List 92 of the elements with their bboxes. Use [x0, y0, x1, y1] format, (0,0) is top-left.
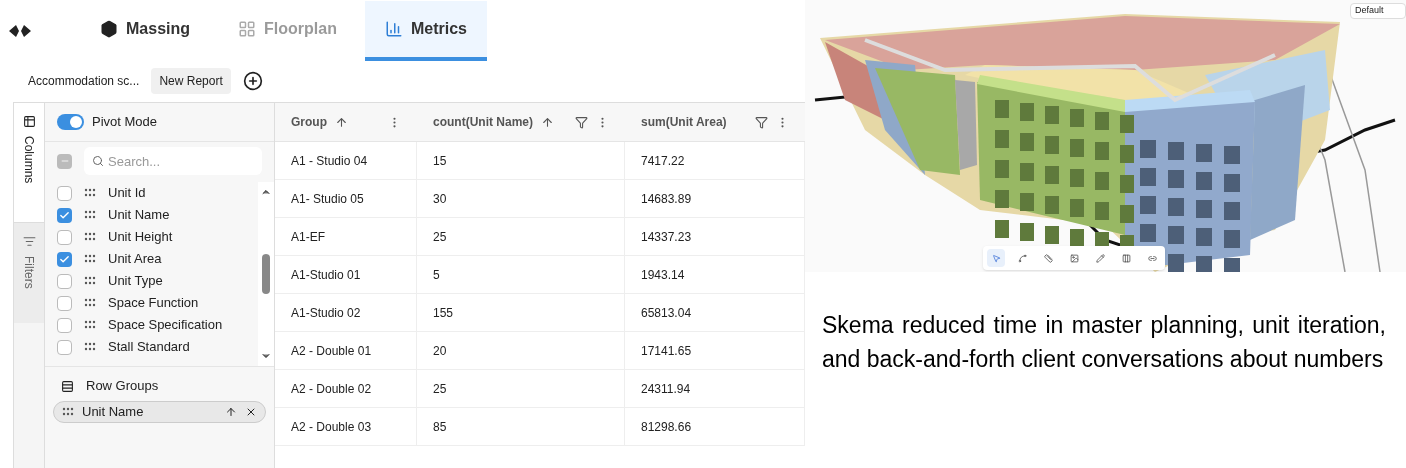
column-label: Unit Height	[108, 228, 173, 247]
drag-handle-icon[interactable]	[84, 232, 96, 242]
pivot-label: Pivot Mode	[92, 113, 158, 132]
table-cell: 25	[417, 218, 625, 255]
tool-button[interactable]	[987, 249, 1005, 267]
filter-icon[interactable]	[755, 115, 768, 129]
search-icon	[92, 155, 104, 167]
remove-icon[interactable]	[245, 406, 257, 418]
select-all-checkbox[interactable]	[57, 153, 72, 169]
pencil-icon	[1095, 253, 1105, 263]
table-cell: 85	[417, 408, 625, 445]
column-header[interactable]: sum(Unit Area)	[625, 103, 805, 141]
table-cell: A1-EF	[275, 218, 417, 255]
sort-icon[interactable]	[541, 115, 554, 129]
column-checkbox[interactable]	[57, 295, 72, 311]
drag-handle-icon[interactable]	[84, 188, 96, 198]
column-checkbox[interactable]	[57, 229, 72, 245]
column-label: Unit Id	[108, 184, 146, 203]
sort-up-icon[interactable]	[225, 406, 237, 418]
header-label: sum(Unit Area)	[641, 114, 727, 131]
table-cell: A1 - Studio 04	[275, 142, 417, 179]
scrollbar[interactable]	[258, 182, 274, 366]
grid-icon	[238, 20, 256, 38]
drag-handle-icon[interactable]	[84, 320, 96, 330]
column-checkbox[interactable]	[57, 207, 72, 223]
table-cell: A1- Studio 05	[275, 180, 417, 217]
ruler-icon	[1043, 253, 1053, 263]
side-tab[interactable]: Filters	[14, 223, 44, 323]
caption: Skema reduced time in master planning, unit iteration, and back-and-forth client conversations about numbers	[822, 311, 1386, 374]
column-checkbox[interactable]	[57, 339, 72, 355]
drag-handle-icon[interactable]	[84, 342, 96, 352]
add-icon[interactable]	[242, 71, 263, 91]
drag-handle-icon[interactable]	[84, 276, 96, 286]
filter-icon[interactable]	[575, 115, 588, 129]
table-cell: 20	[417, 332, 625, 369]
drag-handle-icon[interactable]	[84, 298, 96, 308]
table-cell: 15	[417, 142, 625, 179]
report-tab[interactable]: Accommodation sc...	[20, 68, 148, 94]
columns-icon	[1121, 253, 1131, 263]
column-label: Unit Name	[108, 206, 170, 225]
table-cell: 24311.94	[625, 370, 805, 407]
column-label: Unit Area	[108, 250, 162, 269]
tab[interactable]: Massing	[80, 1, 210, 61]
row-groups-title: Row Groups	[86, 377, 159, 396]
table-cell: A1-Studio 02	[275, 294, 417, 331]
table-cell: A2 - Double 01	[275, 332, 417, 369]
pivot-switch[interactable]	[57, 114, 84, 130]
table-cell: 5	[417, 256, 625, 293]
bar-chart-icon	[384, 20, 403, 38]
table-cell: 30	[417, 180, 625, 217]
table-cell: A2 - Double 03	[275, 408, 417, 445]
column-checkbox[interactable]	[57, 185, 72, 201]
column-label: Space Specification	[108, 316, 223, 335]
table-cell: A1-Studio 01	[275, 256, 417, 293]
table-cell: 81298.66	[625, 408, 805, 445]
column-label: Unit Type	[108, 272, 163, 291]
scroll-thumb[interactable]	[262, 254, 270, 294]
header-label: Group	[291, 114, 327, 131]
column-header[interactable]: count(Unit Name)	[417, 103, 625, 141]
side-tab[interactable]: Columns	[14, 103, 44, 223]
sort-icon[interactable]	[335, 115, 348, 129]
link-icon	[1147, 253, 1157, 263]
row-group-chip[interactable]: Unit Name	[53, 401, 266, 423]
column-header[interactable]: Group	[275, 103, 417, 141]
table-cell: 25	[417, 370, 625, 407]
table-cell: 65813.04	[625, 294, 805, 331]
table-cell: 17141.65	[625, 332, 805, 369]
header-label: count(Unit Name)	[433, 114, 533, 131]
table-cell: 155	[417, 294, 625, 331]
report-tab[interactable]: New Report	[151, 68, 231, 94]
row-groups-icon	[61, 379, 74, 393]
column-checkbox[interactable]	[57, 317, 72, 333]
drag-handle-icon[interactable]	[84, 254, 96, 264]
image-icon	[1069, 253, 1079, 263]
filter-icon	[22, 235, 36, 248]
drag-handle-icon[interactable]	[84, 210, 96, 220]
check-icon	[59, 209, 70, 221]
search-field[interactable]: Search...	[84, 147, 262, 175]
column-label: Stall Standard	[108, 338, 190, 357]
table-icon	[22, 115, 36, 128]
tab[interactable]: Metrics	[364, 1, 487, 61]
view-dropdown[interactable]: Default	[1350, 3, 1406, 19]
column-checkbox[interactable]	[57, 251, 72, 267]
drag-handle-icon[interactable]	[62, 407, 74, 417]
pointer-icon	[991, 253, 1001, 263]
chip-label: Unit Name	[82, 403, 145, 422]
table-cell: A2 - Double 02	[275, 370, 417, 407]
column-label: Space Function	[108, 294, 199, 313]
logo-icon	[8, 23, 32, 39]
column-checkbox[interactable]	[57, 273, 72, 289]
model-viewer[interactable]: Default	[805, 0, 1406, 272]
check-icon	[59, 253, 70, 265]
